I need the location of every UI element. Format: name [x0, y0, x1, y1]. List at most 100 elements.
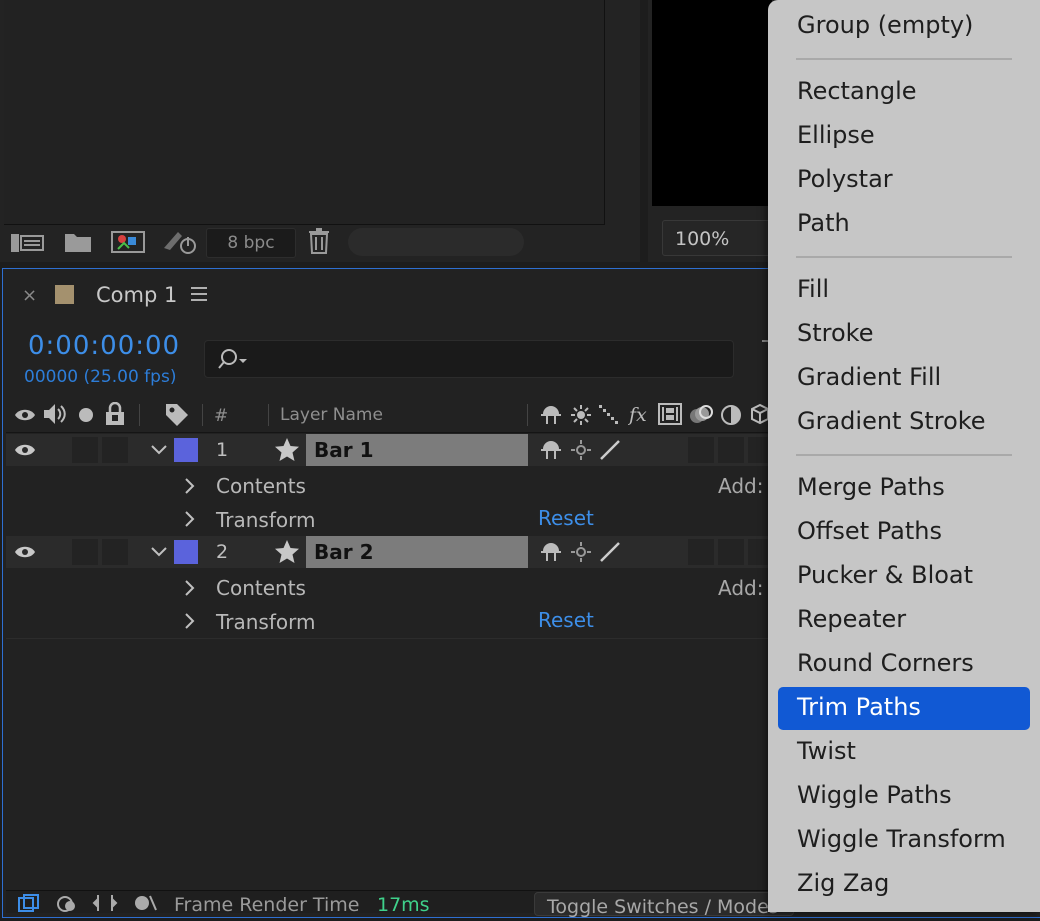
transfer-controls-icon[interactable]	[56, 894, 78, 912]
layer-label-color[interactable]	[174, 540, 198, 564]
menu-item-gradient-fill[interactable]: Gradient Fill	[797, 363, 941, 391]
project-list[interactable]	[4, 0, 605, 225]
interpret-footage-icon[interactable]	[10, 230, 44, 254]
header-divider	[202, 404, 203, 426]
adjustment-layer-icon	[720, 404, 742, 426]
contents-row[interactable]	[6, 570, 776, 605]
new-composition-icon[interactable]	[110, 229, 146, 255]
shape-layer-star-icon	[274, 539, 300, 565]
menu-item-path[interactable]: Path	[797, 209, 850, 237]
frame-blending-icon	[658, 403, 682, 425]
menu-item-merge-paths[interactable]: Merge Paths	[797, 473, 945, 501]
adjustment-switch[interactable]	[718, 437, 744, 463]
add-menu-button[interactable]: Add:	[718, 474, 763, 498]
reset-link[interactable]: Reset	[538, 608, 594, 632]
layer-switches-toggle-icon[interactable]	[18, 894, 40, 912]
menu-separator	[796, 454, 1012, 456]
contents-row[interactable]	[6, 468, 776, 503]
svg-text:fx: fx	[628, 404, 647, 426]
menu-item-repeater[interactable]: Repeater	[797, 605, 906, 633]
layer-name-header[interactable]: Layer Name	[280, 405, 383, 425]
frame-render-time-label: Frame Render Time	[174, 894, 360, 916]
shy-switch-icon[interactable]	[540, 541, 562, 563]
lock-switch[interactable]	[102, 437, 128, 463]
chevron-right-icon[interactable]	[184, 477, 196, 495]
menu-item-group-empty[interactable]: Group (empty)	[797, 11, 973, 39]
quality-switch-icon[interactable]	[598, 438, 622, 462]
time-stretch-icon[interactable]	[132, 894, 158, 912]
reset-link[interactable]: Reset	[538, 506, 594, 530]
video-eye-icon[interactable]	[14, 441, 36, 459]
trash-icon[interactable]	[308, 228, 330, 254]
motion-blur-icon	[688, 402, 714, 426]
comp-tab-title[interactable]: Comp 1	[96, 283, 177, 307]
menu-item-ellipse[interactable]: Ellipse	[797, 121, 875, 149]
current-time[interactable]: 0:00:00:00	[28, 331, 180, 361]
quality-switch-icon[interactable]	[598, 540, 622, 564]
chevron-down-icon[interactable]	[150, 444, 168, 456]
comp-label-swatch	[55, 285, 74, 304]
add-menu-button[interactable]: Add:	[718, 576, 763, 600]
menu-item-polystar[interactable]: Polystar	[797, 165, 893, 193]
3d-layer-icon	[750, 403, 770, 425]
viewer-canvas[interactable]	[652, 0, 772, 206]
solo-switch[interactable]	[72, 539, 98, 565]
menu-item-trim-paths[interactable]: Trim Paths	[797, 693, 921, 721]
transform-row[interactable]	[6, 502, 776, 537]
audio-speaker-header-icon	[42, 402, 68, 426]
chevron-right-icon[interactable]	[184, 510, 196, 528]
menu-item-offset-paths[interactable]: Offset Paths	[797, 517, 942, 545]
menu-separator	[796, 58, 1012, 60]
in-out-controls-icon[interactable]	[92, 894, 118, 912]
shape-layer-star-icon	[274, 437, 300, 463]
close-tab-button[interactable]: ×	[22, 285, 37, 306]
adjustment-switch[interactable]	[718, 539, 744, 565]
layer-name: Bar 1	[314, 438, 374, 462]
new-folder-icon[interactable]	[64, 231, 92, 253]
menu-item-wiggle-paths[interactable]: Wiggle Paths	[797, 781, 952, 809]
header-divider	[527, 404, 528, 426]
menu-item-twist[interactable]: Twist	[797, 737, 856, 765]
menu-item-pucker-bloat[interactable]: Pucker & Bloat	[797, 561, 973, 589]
label-tag-icon	[164, 402, 190, 428]
menu-item-round-corners[interactable]: Round Corners	[797, 649, 974, 677]
solo-dot-icon	[78, 407, 94, 423]
layer-number: 1	[216, 439, 229, 461]
menu-item-fill[interactable]: Fill	[797, 275, 829, 303]
layer-name-field[interactable]: Bar 2	[306, 536, 528, 568]
panel-menu-icon[interactable]	[191, 287, 207, 305]
layer-label-color[interactable]	[174, 438, 198, 462]
menu-item-stroke[interactable]: Stroke	[797, 319, 873, 347]
project-scrollbar[interactable]	[348, 228, 524, 256]
menu-item-zig-zag[interactable]: Zig Zag	[797, 869, 889, 897]
collapse-switch-icon[interactable]	[570, 541, 592, 563]
toggle-switches-modes-button[interactable]: Toggle Switches / Modes	[534, 892, 794, 918]
zoom-dropdown[interactable]: 100%	[662, 220, 772, 256]
menu-item-rectangle[interactable]: Rectangle	[797, 77, 917, 105]
layer-number: 2	[216, 541, 229, 563]
collapse-sun-icon	[570, 404, 592, 426]
lock-switch[interactable]	[102, 539, 128, 565]
menu-item-gradient-stroke[interactable]: Gradient Stroke	[797, 407, 986, 435]
render-queue-icon[interactable]	[162, 228, 198, 256]
motion-blur-switch[interactable]	[688, 539, 714, 565]
bit-depth-button[interactable]: 8 bpc	[206, 228, 296, 258]
motion-blur-switch[interactable]	[688, 437, 714, 463]
chevron-right-icon[interactable]	[184, 579, 196, 597]
chevron-right-icon[interactable]	[184, 612, 196, 630]
menu-item-wiggle-transform[interactable]: Wiggle Transform	[797, 825, 1006, 853]
video-eye-icon[interactable]	[14, 543, 36, 561]
chevron-down-icon[interactable]	[150, 546, 168, 558]
transform-label: Transform	[216, 610, 316, 634]
lock-header-icon	[104, 402, 126, 426]
frame-render-time-value: 17ms	[377, 894, 430, 916]
header-divider	[268, 404, 269, 426]
shy-switch-icon[interactable]	[540, 439, 562, 461]
solo-switch[interactable]	[72, 437, 98, 463]
collapse-switch-icon[interactable]	[570, 439, 592, 461]
transform-row[interactable]	[6, 604, 776, 639]
effects-fx-icon: fx	[628, 402, 652, 426]
layer-name-field[interactable]: Bar 1	[306, 434, 528, 466]
timeline-search-input[interactable]	[204, 340, 734, 378]
layer-name: Bar 2	[314, 540, 374, 564]
